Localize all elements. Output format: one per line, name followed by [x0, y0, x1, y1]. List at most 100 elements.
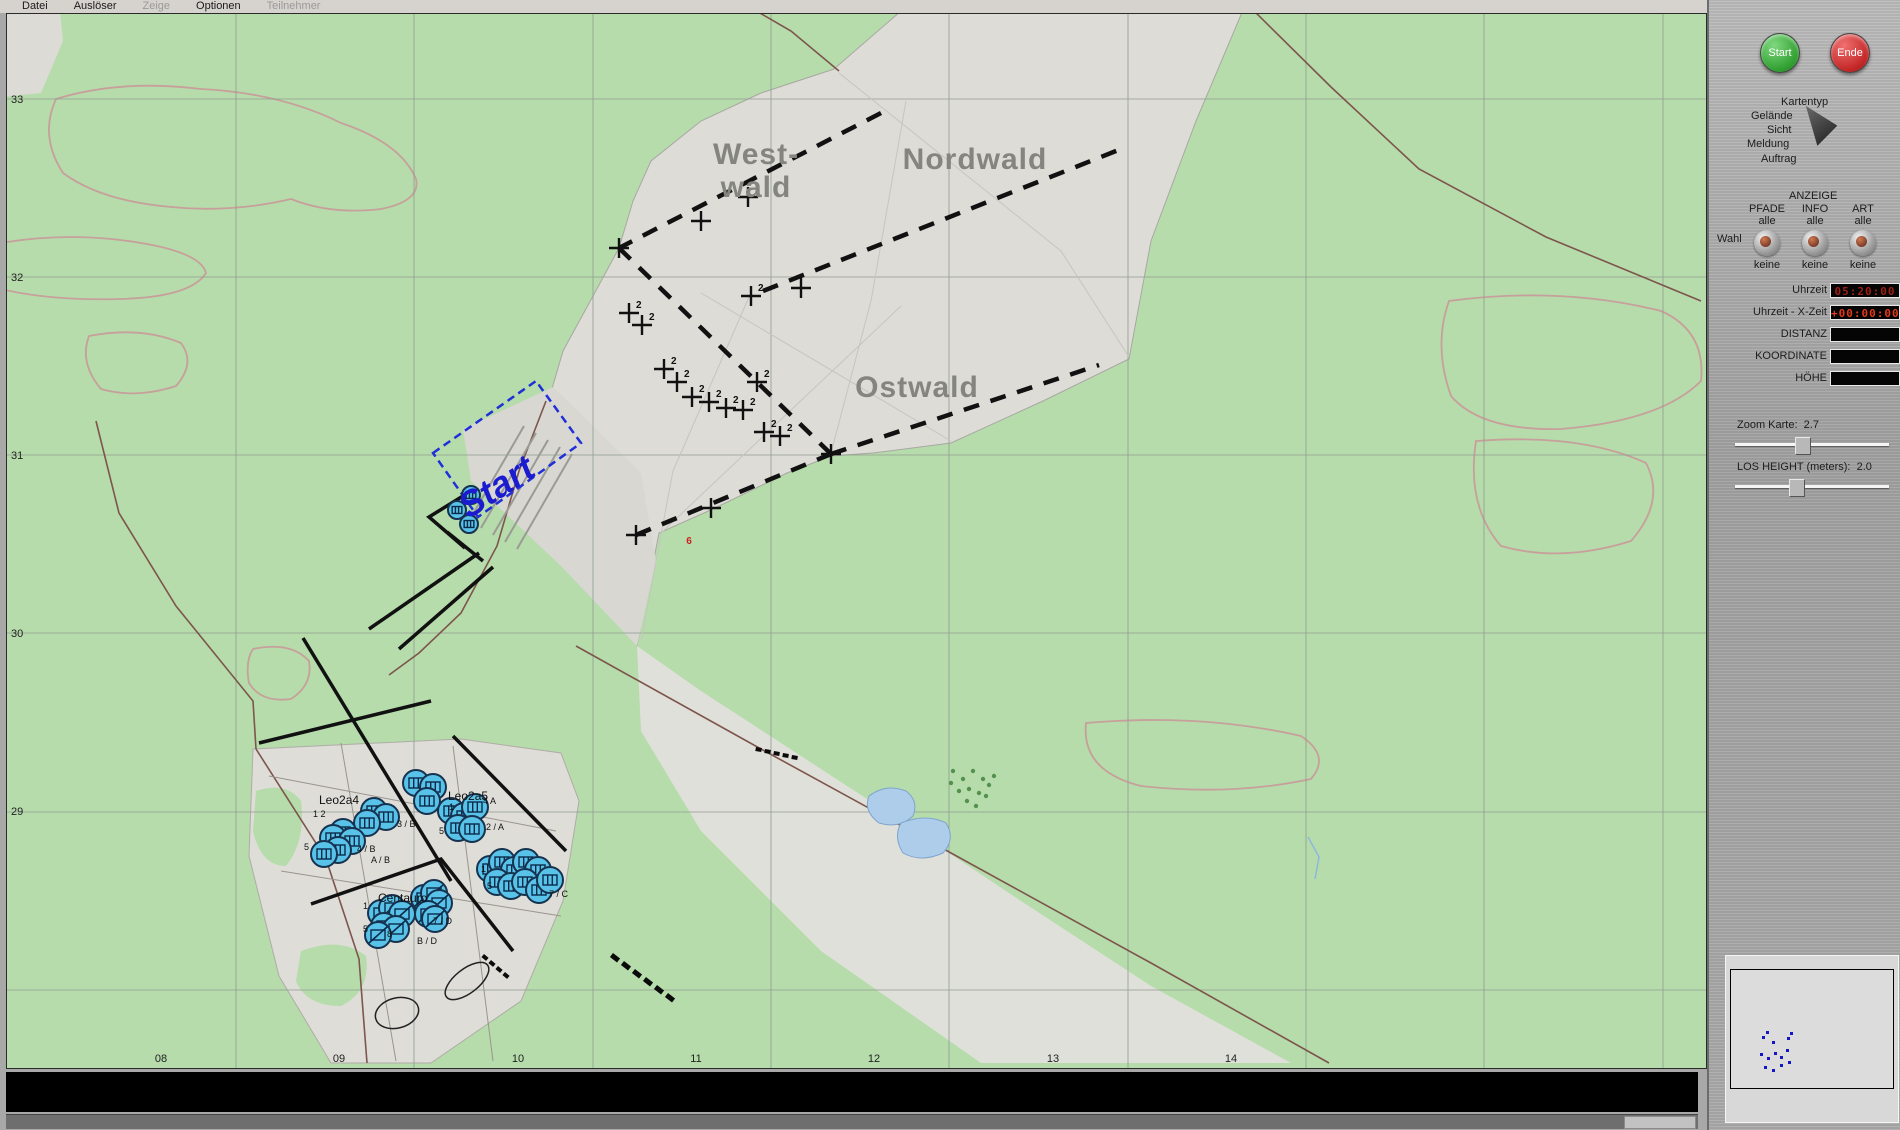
- menu-item-zeige: Zeige: [142, 0, 171, 12]
- map-label: 3 / B: [397, 819, 416, 829]
- kartentyp-selector-knob-icon[interactable]: [1801, 106, 1840, 148]
- map-label: Ostwald: [855, 371, 979, 404]
- anzeige-column-art: ART alle keine: [1840, 203, 1886, 271]
- svg-text:2: 2: [636, 300, 642, 311]
- map-label: 5: [487, 881, 492, 891]
- map-label: Centauro: [378, 891, 428, 905]
- map-label: wald: [720, 171, 792, 204]
- map-label: West-: [713, 138, 799, 171]
- menu-item-teilnehmer: Teilnehmer: [266, 0, 321, 12]
- los-height-slider-thumb[interactable]: [1789, 479, 1805, 497]
- minimap-extent: [1730, 969, 1894, 1089]
- map-canvas[interactable]: 222222 22 222 2West-waldNordwaldOstwaldStar…: [7, 14, 1706, 1068]
- los-height-label: LOS HEIGHT (meters): 2.0: [1737, 461, 1872, 473]
- minimap-unit-dot: [1790, 1032, 1793, 1035]
- map-label: 5: [304, 842, 309, 852]
- tree-dot: [970, 768, 976, 774]
- map-label: 1: [363, 901, 368, 911]
- unit-icon-armor[interactable]: [413, 787, 441, 815]
- minimap-unit-dot: [1764, 1066, 1767, 1069]
- minimap-unit-dot: [1786, 1049, 1789, 1052]
- map-label: 7 / C: [549, 889, 569, 899]
- zoom-karte-slider-track[interactable]: [1735, 443, 1889, 446]
- start-button[interactable]: Start: [1760, 33, 1800, 73]
- menu-item-auslöser[interactable]: Auslöser: [74, 0, 117, 13]
- kartentyp-option-sicht[interactable]: Sicht: [1767, 124, 1791, 136]
- kartentyp-option-gelände[interactable]: Gelände: [1751, 110, 1793, 122]
- minimap-unit-dot: [1762, 1036, 1765, 1039]
- tree-dot: [973, 803, 979, 809]
- tree-dot: [950, 768, 956, 774]
- menu-item-optionen[interactable]: Optionen: [196, 0, 241, 13]
- svg-text:2: 2: [758, 283, 764, 294]
- menu-bar: Datei Auslöser Zeige Optionen Teilnehmer: [0, 0, 1707, 13]
- readout-display-4: [1830, 371, 1900, 386]
- map-frame: 2 2 2 2 2 2 2 2 2 2 2 2 West-wald Nordwald Ostwald Star…: [6, 13, 1707, 1069]
- map-label: 1: [481, 864, 486, 874]
- anzeige-knob[interactable]: [1754, 230, 1780, 256]
- minimap-unit-dot: [1760, 1053, 1763, 1056]
- app-window: { "menu":{"items":[ {"label":"Datei","en…: [0, 0, 1900, 1130]
- minimap-unit-dot: [1780, 1064, 1783, 1067]
- scrollbar-thumb[interactable]: [1624, 1116, 1696, 1129]
- map-label: 5: [363, 924, 368, 934]
- tree-dot: [991, 773, 997, 779]
- unit-icon-armor[interactable]: [310, 840, 338, 868]
- tree-dot: [986, 782, 992, 788]
- map-label: 1 2: [313, 809, 326, 819]
- map-label: 7 / D: [433, 916, 453, 926]
- svg-text:2: 2: [699, 384, 705, 395]
- tree-dot: [964, 798, 970, 804]
- zoom-karte-slider-thumb[interactable]: [1795, 437, 1811, 455]
- grid-label-x: 12: [868, 1053, 880, 1065]
- map-label: A / B: [371, 855, 390, 865]
- los-height-slider-track[interactable]: [1735, 485, 1889, 488]
- anzeige-col-keine: keine: [1753, 259, 1781, 271]
- grid-label-x: 13: [1047, 1053, 1059, 1065]
- map-label: 4 A: [483, 796, 496, 806]
- grid-label-y: 33: [11, 94, 23, 106]
- readout-display-2: [1830, 327, 1900, 342]
- map-label: 2 / A: [486, 822, 504, 832]
- readout-display-3: [1830, 349, 1900, 364]
- readout-label-4: HÖHE: [1795, 372, 1827, 384]
- anzeige-col-alle: alle: [1854, 215, 1872, 227]
- anzeige-knob[interactable]: [1850, 230, 1876, 256]
- anzeige-col-name: ART: [1852, 203, 1874, 215]
- map-label: Leo2a4: [319, 793, 359, 807]
- svg-text:2: 2: [671, 356, 677, 367]
- anzeige-col-keine: keine: [1801, 259, 1829, 271]
- kartentyp-option-meldung[interactable]: Meldung: [1747, 138, 1789, 150]
- wahl-label: Wahl: [1717, 233, 1742, 245]
- minimap-unit-dot: [1780, 1056, 1783, 1059]
- minimap-unit-dot: [1788, 1061, 1791, 1064]
- readout-label-0: Uhrzeit: [1792, 284, 1827, 296]
- minimap[interactable]: [1725, 955, 1899, 1123]
- anzeige-col-alle: alle: [1806, 215, 1824, 227]
- svg-text:2: 2: [787, 423, 793, 434]
- kartentyp-option-auftrag[interactable]: Auftrag: [1761, 153, 1796, 165]
- bottom-message-bar: [6, 1072, 1698, 1112]
- los-height-caption: LOS HEIGHT (meters):: [1737, 461, 1851, 473]
- ende-button[interactable]: Ende: [1830, 33, 1870, 73]
- readout-label-2: DISTANZ: [1780, 328, 1827, 340]
- tree-dot: [980, 776, 986, 782]
- anzeige-title: ANZEIGE: [1789, 190, 1838, 202]
- kartentyp-title: Kartentyp: [1781, 96, 1829, 108]
- minimap-unit-dot: [1766, 1031, 1769, 1034]
- unit-icon-armor[interactable]: [458, 815, 486, 843]
- map-label: 8: [387, 929, 392, 939]
- map-label: 5: [439, 826, 444, 836]
- menu-item-datei[interactable]: Datei: [22, 0, 48, 13]
- grid-label-x: 14: [1225, 1053, 1237, 1065]
- tree-dot: [976, 790, 982, 796]
- los-height-value: 2.0: [1856, 461, 1872, 473]
- svg-text:2: 2: [649, 312, 655, 323]
- svg-text:2: 2: [716, 389, 722, 400]
- horizontal-scrollbar[interactable]: [6, 1114, 1698, 1129]
- tree-dot: [960, 776, 966, 782]
- anzeige-knob[interactable]: [1802, 230, 1828, 256]
- anzeige-column-pfade: PFADE alle keine: [1744, 203, 1790, 271]
- minimap-unit-dot: [1774, 1052, 1777, 1055]
- grid-label-x: 08: [155, 1053, 167, 1065]
